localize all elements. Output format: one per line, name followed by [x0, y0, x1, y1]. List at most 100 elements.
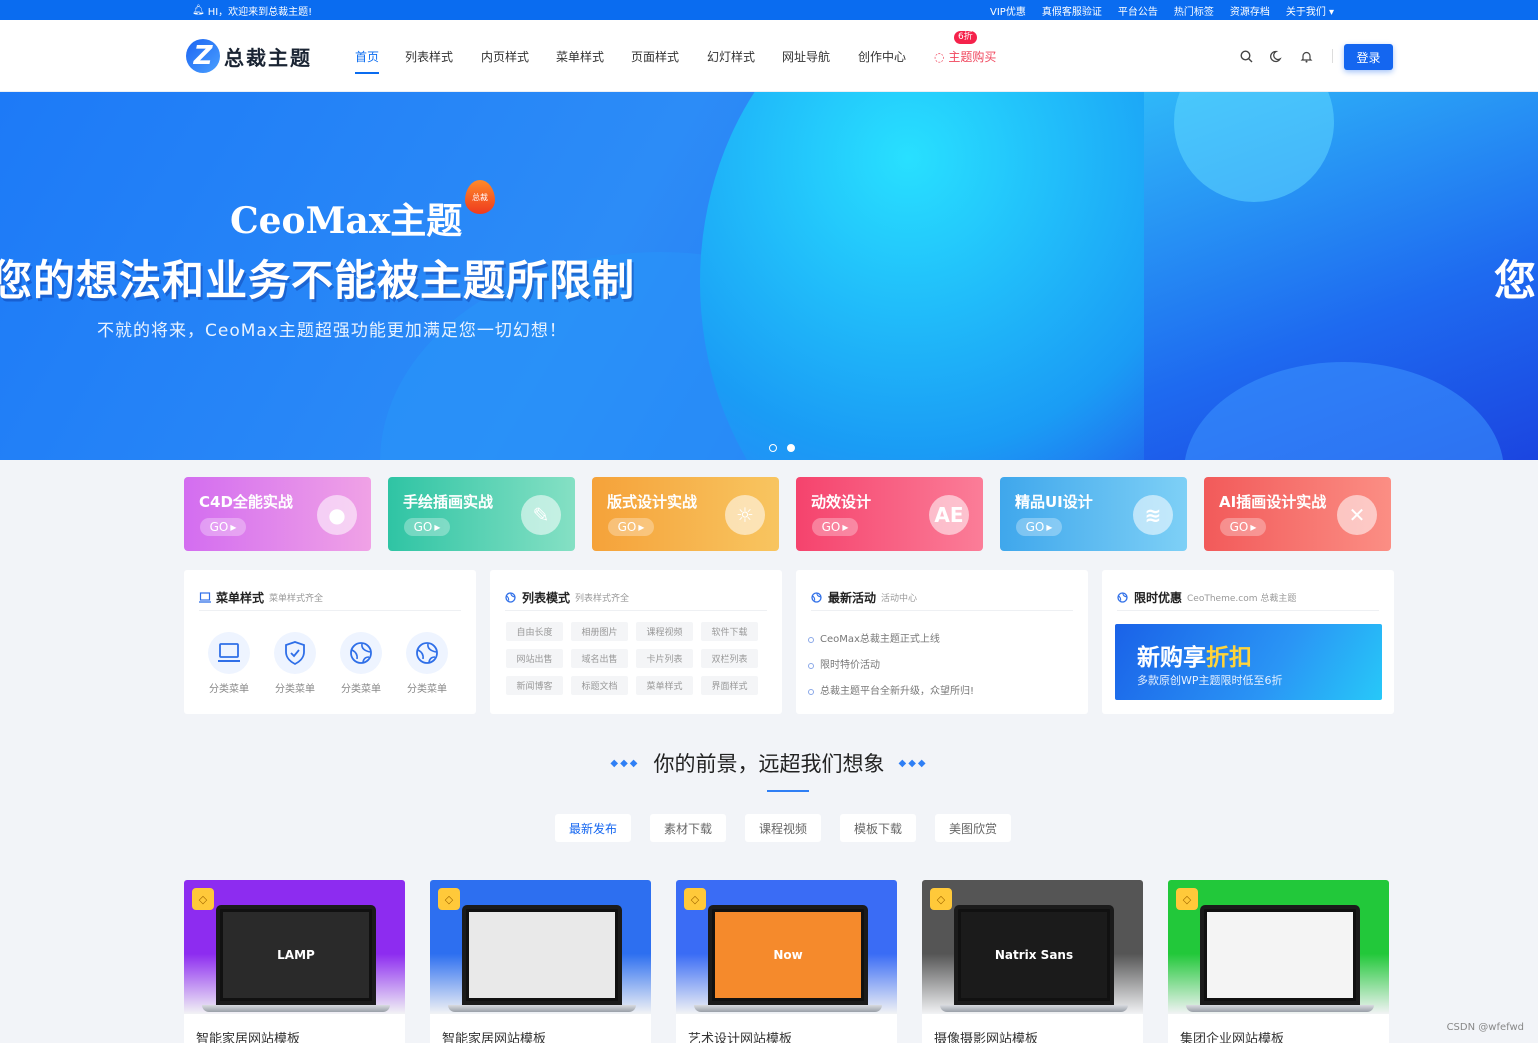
top-link-verify[interactable]: 真假客服验证 — [1042, 3, 1102, 18]
laptop-base — [202, 1005, 390, 1012]
section-title-wrap: ◆◆◆ 你的前景，远超我们想象 ◆◆◆ — [610, 748, 927, 778]
go-button[interactable]: GO ▸ — [608, 518, 654, 536]
activity-item[interactable]: 总裁主题平台全新升级，众望所归! — [808, 679, 974, 705]
laptop-mockup: LAMP — [216, 905, 376, 1005]
menu-item-label: 分类菜单 — [407, 684, 447, 695]
top-link-about[interactable]: 关于我们 ▾ — [1286, 3, 1334, 18]
hero-slider[interactable]: CeoMax主题 总裁 您的想法和业务不能被主题所限制 您 不就的将来，CeoM… — [0, 92, 1538, 460]
promo-highlight: 折扣 — [1206, 645, 1252, 671]
nav-item[interactable]: 首页 — [355, 48, 380, 74]
category-tile[interactable]: 精品UI设计 GO ▸ ≋ — [1000, 477, 1187, 551]
play-arrow-icon: ▸ — [1046, 520, 1053, 534]
promo-banner[interactable]: 新购享折扣 多款原创WP主题限时低至6折 — [1115, 624, 1382, 700]
nav-item[interactable]: 网址导航 — [782, 48, 830, 65]
content-tab[interactable]: 素材下载 — [650, 814, 726, 842]
post-title[interactable]: 摄像摄影网站模板 — [934, 1028, 1038, 1043]
laptop-mockup: Natrix Sans — [954, 905, 1114, 1005]
category-tile[interactable]: C4D全能实战 GO ▸ ● — [184, 477, 371, 551]
list-tag[interactable]: 双栏列表 — [701, 649, 758, 668]
post-title[interactable]: 集团企业网站模板 — [1180, 1028, 1284, 1043]
go-button[interactable]: GO ▸ — [812, 518, 858, 536]
list-tag[interactable]: 软件下载 — [701, 622, 758, 641]
category-tile[interactable]: 手绘插画实战 GO ▸ ✎ — [388, 477, 575, 551]
category-tile[interactable]: 版式设计实战 GO ▸ ☼ — [592, 477, 779, 551]
globe-icon — [505, 592, 517, 604]
activity-item[interactable]: CeoMax总裁主题正式上线 — [808, 627, 974, 653]
post-card[interactable]: Now ◇ 艺术设计网站模板 — [676, 880, 897, 1043]
go-button[interactable]: GO ▸ — [404, 518, 450, 536]
top-link-notice[interactable]: 平台公告 — [1118, 3, 1158, 18]
menu-item[interactable]: 分类菜单 — [406, 632, 448, 695]
go-button[interactable]: GO ▸ — [1016, 518, 1062, 536]
category-tile[interactable]: AI插画设计实战 GO ▸ ✕ — [1204, 477, 1391, 551]
top-link-archive[interactable]: 资源存档 — [1230, 3, 1270, 18]
go-button[interactable]: GO ▸ — [1220, 518, 1266, 536]
login-button[interactable]: 登录 — [1344, 44, 1393, 70]
slider-dot[interactable] — [769, 444, 777, 452]
post-title[interactable]: 智能家居网站模板 — [442, 1028, 546, 1043]
list-tag[interactable]: 相册图片 — [571, 622, 628, 641]
nav-item[interactable]: 菜单样式 — [556, 48, 604, 65]
post-card[interactable]: Natrix Sans ◇ 摄像摄影网站模板 — [922, 880, 1143, 1043]
top-link-tags[interactable]: 热门标签 — [1174, 3, 1214, 18]
flame-drop-icon: 总裁 — [465, 180, 495, 214]
list-tag[interactable]: 菜单样式 — [636, 676, 693, 695]
list-tag[interactable]: 自由长度 — [506, 622, 563, 641]
category-tile[interactable]: 动效设计 GO ▸ AE — [796, 477, 983, 551]
list-tag[interactable]: 新闻博客 — [506, 676, 563, 695]
menu-item-label: 分类菜单 — [341, 684, 381, 695]
content-tab[interactable]: 最新发布 — [555, 814, 631, 842]
post-card[interactable]: LAMP ◇ 智能家居网站模板 — [184, 880, 405, 1043]
post-card[interactable]: ◇ 智能家居网站模板 — [430, 880, 651, 1043]
laptop-screen — [469, 912, 615, 998]
list-tag[interactable]: 界面样式 — [701, 676, 758, 695]
activity-item[interactable]: 限时特价活动 — [808, 653, 974, 679]
nav-item[interactable]: 页面样式 — [631, 48, 679, 65]
content-tab[interactable]: 模板下载 — [840, 814, 916, 842]
category-title: 手绘插画实战 — [403, 493, 494, 511]
go-label: GO — [1229, 520, 1249, 534]
category-title: C4D全能实战 — [199, 493, 293, 511]
post-card[interactable]: ◇ 集团企业网站模板 — [1168, 880, 1389, 1043]
menu-item-label: 分类菜单 — [209, 684, 249, 695]
menu-item[interactable]: 分类菜单 — [208, 632, 250, 695]
header-divider — [1332, 49, 1333, 63]
content-tab[interactable]: 课程视频 — [745, 814, 821, 842]
promo-headline: 新购享折扣 — [1137, 638, 1252, 672]
logo-mark-icon: Z — [186, 39, 220, 73]
list-tag[interactable]: 课程视频 — [636, 622, 693, 641]
post-title[interactable]: 艺术设计网站模板 — [688, 1028, 792, 1043]
top-bar: 🔔︎ HI，欢迎来到总裁主题! VIP优惠 真假客服验证 平台公告 热门标签 资… — [0, 0, 1538, 20]
list-tag[interactable]: 网站出售 — [506, 649, 563, 668]
post-thumbnail[interactable]: Now ◇ — [676, 880, 897, 1014]
list-tag[interactable]: 标题文档 — [571, 676, 628, 695]
post-thumbnail[interactable]: ◇ — [1168, 880, 1389, 1014]
card-header: 菜单样式 菜单样式齐全 — [199, 585, 461, 611]
nav-item[interactable]: 创作中心 — [858, 48, 906, 65]
post-thumbnail[interactable]: Natrix Sans ◇ — [922, 880, 1143, 1014]
post-thumbnail[interactable]: ◇ — [430, 880, 651, 1014]
nav-item[interactable]: 列表样式 — [405, 48, 453, 65]
post-thumbnail[interactable]: LAMP ◇ — [184, 880, 405, 1014]
nav-item[interactable]: 幻灯样式 — [707, 48, 755, 65]
top-link-vip[interactable]: VIP优惠 — [990, 3, 1026, 18]
theme-toggle-icon[interactable] — [1268, 48, 1284, 64]
search-icon[interactable] — [1238, 48, 1254, 64]
post-title[interactable]: 智能家居网站模板 — [196, 1028, 300, 1043]
menu-item[interactable]: 分类菜单 — [340, 632, 382, 695]
notification-bell-icon[interactable] — [1298, 48, 1314, 64]
card-header: 限时优惠 CeoTheme.com 总裁主题 — [1117, 585, 1379, 611]
bell-icon: 🔔︎ — [192, 5, 205, 16]
vip-diamond-icon: ◇ — [684, 888, 706, 910]
category-title: 动效设计 — [811, 493, 872, 511]
play-arrow-icon: ▸ — [434, 520, 441, 534]
nav-item-buy[interactable]: ◌ 主题购买 6折 — [934, 31, 996, 65]
nav-item[interactable]: 内页样式 — [481, 48, 529, 65]
content-tab[interactable]: 美图欣赏 — [935, 814, 1011, 842]
menu-item[interactable]: 分类菜单 — [274, 632, 316, 695]
slider-dot[interactable] — [787, 444, 795, 452]
list-tag[interactable]: 域名出售 — [571, 649, 628, 668]
list-tag[interactable]: 卡片列表 — [636, 649, 693, 668]
go-button[interactable]: GO ▸ — [200, 518, 246, 536]
site-logo[interactable]: Z 总裁主题 — [186, 39, 312, 73]
